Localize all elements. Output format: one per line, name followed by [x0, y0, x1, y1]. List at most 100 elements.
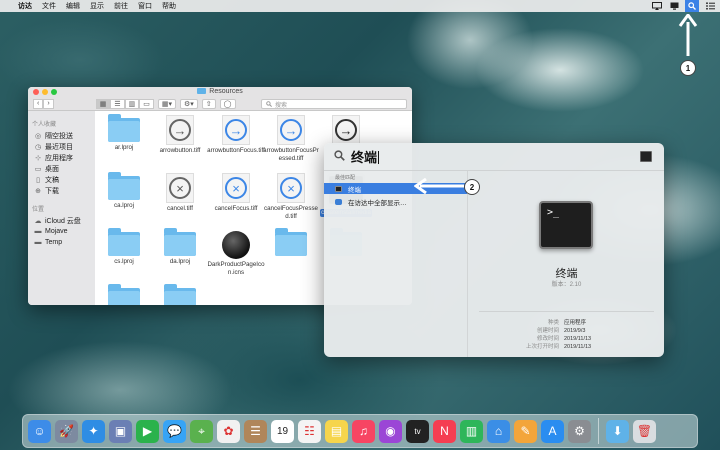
- notification-center-icon[interactable]: [704, 1, 716, 11]
- podcasts-icon[interactable]: ◉: [379, 419, 402, 443]
- menu-help[interactable]: 帮助: [162, 1, 176, 11]
- view-mode-buttons: ▦ ☰ ▥ ▭: [95, 98, 154, 109]
- group-button[interactable]: ▦▾: [157, 98, 176, 109]
- sidebar-item-label: 应用程序: [45, 154, 73, 162]
- close-button[interactable]: [33, 89, 39, 95]
- file-item[interactable]: [151, 284, 209, 305]
- news-icon[interactable]: N: [433, 419, 456, 443]
- sidebar-item-mojave[interactable]: ▬ Mojave: [28, 226, 95, 237]
- file-item[interactable]: → arrowbuttonFocus.tiff: [207, 115, 265, 155]
- meta-key: 上次打开时间: [525, 344, 559, 350]
- icon-view-button[interactable]: ▦: [95, 98, 111, 109]
- forward-button[interactable]: ›: [43, 98, 54, 109]
- action-gear-button[interactable]: ⚙▾: [179, 98, 198, 109]
- file-item[interactable]: ca.lproj: [95, 172, 153, 210]
- tv-icon[interactable]: tv: [406, 419, 429, 443]
- numbers-icon[interactable]: ▥: [460, 419, 483, 443]
- zoom-button[interactable]: [51, 89, 57, 95]
- search-icon: [334, 149, 345, 164]
- file-item[interactable]: → arrowbuttonFocusPressed.tiff: [262, 115, 320, 163]
- disk-icon: ▬: [34, 239, 42, 246]
- menu-go[interactable]: 前往: [114, 1, 128, 11]
- pages-icon[interactable]: ✎: [514, 419, 537, 443]
- facetime-icon[interactable]: ▶: [136, 419, 159, 443]
- maps-icon[interactable]: ⌖: [190, 419, 213, 443]
- trash-icon[interactable]: 🗑: [633, 419, 656, 443]
- notes-icon[interactable]: ▤: [325, 419, 348, 443]
- file-item[interactable]: DarkProductPageIcon.icns: [207, 229, 265, 277]
- finder-icon[interactable]: ☺: [28, 419, 51, 443]
- file-item[interactable]: [262, 228, 320, 258]
- menu-bar: 访达 文件 编辑 显示 前往 窗口 帮助: [0, 0, 720, 12]
- finder-search-field[interactable]: 搜索: [261, 99, 407, 109]
- downloads-stack-icon[interactable]: ⬇: [606, 419, 629, 443]
- sidebar-item-recents[interactable]: ◷ 最近项目: [28, 141, 95, 152]
- result-show-all-in-finder[interactable]: 在访达中全部显示…: [324, 196, 467, 207]
- document-icon: ▯: [36, 176, 40, 184]
- launchpad-icon[interactable]: 🚀: [55, 419, 78, 443]
- keynote-icon[interactable]: ⌂: [487, 419, 510, 443]
- music-icon[interactable]: ♫: [352, 419, 375, 443]
- sidebar-item-documents[interactable]: ▯ 文稿: [28, 174, 95, 185]
- folder-icon: [108, 114, 140, 142]
- terminal-icon: [335, 185, 342, 192]
- spotlight-preview: >_ 终端 版本：2.10 种类 应用程序 创建时间 2019/9/3 修改时间 20…: [469, 171, 664, 357]
- messages-icon[interactable]: 💬: [163, 419, 186, 443]
- photo-booth-icon[interactable]: ▣: [109, 419, 132, 443]
- file-item[interactable]: cs.lproj: [95, 228, 153, 266]
- airplay-icon[interactable]: [651, 1, 663, 11]
- meta-key: 种类: [547, 320, 559, 326]
- gallery-view-button[interactable]: ▭: [139, 98, 154, 109]
- app-store-icon[interactable]: A: [541, 419, 564, 443]
- contacts-icon[interactable]: ☰: [244, 419, 267, 443]
- file-label: ar.lproj: [114, 144, 134, 151]
- menu-edit[interactable]: 编辑: [66, 1, 80, 11]
- reminders-icon[interactable]: ☷: [298, 419, 321, 443]
- menu-window[interactable]: 窗口: [138, 1, 152, 11]
- apps-icon: ⊹: [35, 154, 41, 162]
- file-item[interactable]: [95, 284, 153, 305]
- spotlight-query[interactable]: 终端: [351, 147, 380, 166]
- sidebar-item-temp[interactable]: ▬ Temp: [28, 237, 95, 248]
- folder-icon: [108, 228, 140, 256]
- menu-view[interactable]: 显示: [90, 1, 104, 11]
- spotlight-results-list: 最佳匹配 终端 在访达中全部显示…: [324, 171, 468, 357]
- spotlight-search-icon[interactable]: [685, 0, 699, 12]
- back-button[interactable]: ‹: [33, 98, 44, 109]
- menu-finder[interactable]: 访达: [18, 1, 32, 11]
- sidebar-item-label: 桌面: [45, 165, 59, 173]
- cancel-icon: ×: [280, 177, 302, 199]
- sidebar-item-applications[interactable]: ⊹ 应用程序: [28, 152, 95, 163]
- calendar-icon[interactable]: 19: [271, 419, 294, 443]
- file-item[interactable]: × cancelFocusPressed.tiff: [262, 173, 320, 221]
- safari-icon[interactable]: ✦: [82, 419, 105, 443]
- file-item[interactable]: × cancel.tiff: [151, 173, 209, 213]
- window-title: Resources: [209, 88, 243, 95]
- disk-icon: ▬: [34, 228, 42, 235]
- file-item[interactable]: × cancelFocus.tiff: [207, 173, 265, 213]
- minimize-button[interactable]: [42, 89, 48, 95]
- sidebar-item-downloads[interactable]: ⊕ 下载: [28, 185, 95, 196]
- list-view-button[interactable]: ☰: [110, 98, 125, 109]
- desktop-icon: ▭: [34, 165, 42, 173]
- sidebar-item-airdrop[interactable]: ◎ 隔空投送: [28, 130, 95, 141]
- column-view-button[interactable]: ▥: [124, 98, 140, 109]
- file-item[interactable]: da.lproj: [151, 228, 209, 266]
- folder-icon: [275, 228, 307, 256]
- photos-icon[interactable]: ✿: [217, 419, 240, 443]
- result-label: 在访达中全部显示…: [348, 199, 407, 207]
- spotlight-search-bar[interactable]: 终端: [324, 143, 664, 171]
- file-label: cancelFocus.tiff: [214, 205, 258, 212]
- sidebar-item-icloud[interactable]: ☁ iCloud 云盘: [28, 215, 95, 226]
- file-item[interactable]: ar.lproj: [95, 114, 153, 152]
- tiff-image-icon: →: [332, 115, 360, 145]
- file-item[interactable]: → arrowbutton.tiff: [151, 115, 209, 155]
- system-preferences-icon[interactable]: ⚙: [568, 419, 591, 443]
- menu-file[interactable]: 文件: [42, 1, 56, 11]
- tiff-image-icon: →: [277, 115, 305, 145]
- sidebar-item-desktop[interactable]: ▭ 桌面: [28, 163, 95, 174]
- tag-button[interactable]: ◯: [219, 98, 236, 109]
- finder-sidebar: 个人收藏 ◎ 隔空投送 ◷ 最近项目 ⊹ 应用程序 ▭ 桌面 ▯ 文稿 ⊕ 下载 位置 ☁ i…: [28, 111, 95, 305]
- share-button[interactable]: ⇧: [201, 98, 216, 109]
- display-icon[interactable]: [668, 1, 680, 11]
